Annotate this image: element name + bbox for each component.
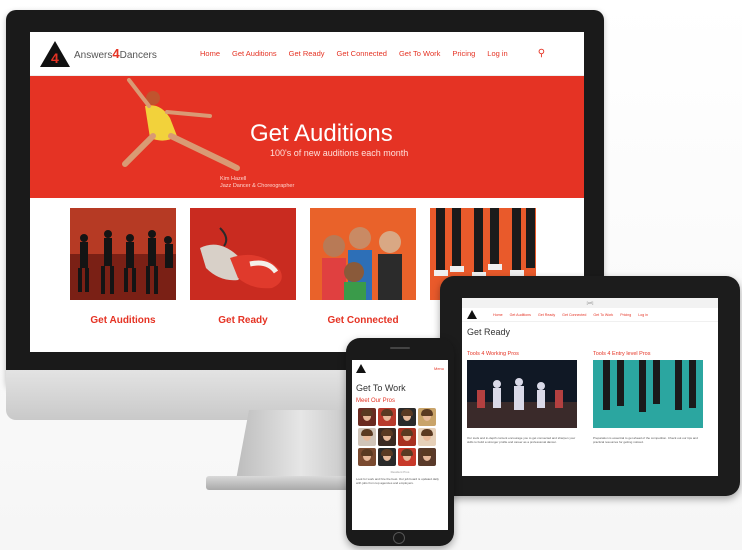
logo-mark-icon: 4 [40,40,70,67]
pro-photo[interactable] [378,448,396,466]
nav-login[interactable]: Log in [638,313,648,317]
pro-photo[interactable] [418,408,436,426]
search-icon[interactable]: ⚲ [538,48,545,59]
nav-pricing[interactable]: Pricing [452,49,475,58]
pro-photo[interactable] [418,428,436,446]
nav-get-ready[interactable]: Get Ready [289,49,325,58]
tile-get-auditions[interactable]: Get Auditions [70,208,176,326]
site-logo[interactable]: 4 Answers4Dancers [40,40,190,67]
column-text: Preparation is essential to get ahead of… [593,436,698,444]
hero-banner: Get Auditions 100's of new auditions eac… [30,76,584,198]
home-button[interactable] [393,532,405,544]
entry-pros-column: Tools 4 Entry level Pros Preparation is … [593,351,703,444]
phone-speaker [390,347,410,349]
logo-mark-icon[interactable] [467,310,477,319]
working-pros-column: Tools 4 Working Pros Our tools and in-de… [467,351,577,444]
phone-body-text: Look for work and hire the best. Our job… [356,477,439,485]
tile-label: Get Ready [218,315,268,326]
column-heading[interactable]: Tools 4 Entry level Pros [593,351,703,357]
dancers-legs-photo [593,360,703,428]
tablet-url-bar[interactable]: [url] [462,298,718,308]
pro-photo[interactable] [398,408,416,426]
logo-mark-icon[interactable] [356,364,366,373]
nav-get-connected[interactable]: Get Connected [562,313,586,317]
nav-home[interactable]: Home [493,313,503,317]
auditions-photo [70,208,176,300]
nav-home[interactable]: Home [200,49,220,58]
nav-get-connected[interactable]: Get Connected [337,49,387,58]
phone-navbar: Menu [352,360,448,377]
menu-button[interactable]: Menu [434,366,444,371]
hero-title: Get Auditions [250,120,393,147]
tablet-screen: [url] Home Get Auditions Get Ready Get C… [462,298,718,476]
stage-photo [467,360,577,428]
hero-credit: Kim Hazell Jazz Dancer & Choreographer [220,176,295,189]
pro-photo[interactable] [378,408,396,426]
nav-get-ready[interactable]: Get Ready [538,313,555,317]
pro-photo[interactable] [418,448,436,466]
tile-label: Get Auditions [90,315,156,326]
tablet-device: [url] Home Get Auditions Get Ready Get C… [440,276,740,496]
tablet-navbar: Home Get Auditions Get Ready Get Connect… [462,308,718,322]
desktop-navbar: 4 Answers4Dancers Home Get Auditions Get… [30,32,584,76]
tile-get-ready[interactable]: Get Ready [190,208,296,326]
page-title: Get To Work [356,383,406,393]
devices-mockup: 4 Answers4Dancers Home Get Auditions Get… [0,0,742,550]
phone-screen: Menu Get To Work Meet Our Pros Resident … [352,360,448,530]
pro-photo[interactable] [398,448,416,466]
pros-photo-grid [352,406,448,468]
logo-text: Answers4Dancers [74,46,157,61]
hero-subtitle: 100's of new auditions each month [270,148,409,158]
phone-device: Menu Get To Work Meet Our Pros Resident … [346,338,454,546]
ready-photo [190,208,296,300]
section-heading: Meet Our Pros [356,398,396,404]
nav-pricing[interactable]: Pricing [620,313,631,317]
tile-label: Get Connected [327,315,399,326]
nav-get-auditions[interactable]: Get Auditions [232,49,277,58]
pro-photo[interactable] [358,428,376,446]
connected-photo [310,208,416,300]
column-text: Our tools and in-depth content encourage… [467,436,576,444]
tablet-columns: Tools 4 Working Pros Our tools and in-de… [462,337,718,444]
pro-photo[interactable] [378,428,396,446]
pro-photo[interactable] [398,428,416,446]
pro-photo[interactable] [358,408,376,426]
page-title: Get Ready [467,327,511,337]
nav-get-to-work[interactable]: Get To Work [399,49,440,58]
nav-get-auditions[interactable]: Get Auditions [510,313,531,317]
nav-get-to-work[interactable]: Get To Work [593,313,613,317]
nav-login[interactable]: Log in [487,49,507,58]
desktop-nav-links: Home Get Auditions Get Ready Get Connect… [200,49,508,58]
tile-get-connected[interactable]: Get Connected [310,208,416,326]
pro-photo[interactable] [358,448,376,466]
column-heading[interactable]: Tools 4 Working Pros [467,351,577,357]
